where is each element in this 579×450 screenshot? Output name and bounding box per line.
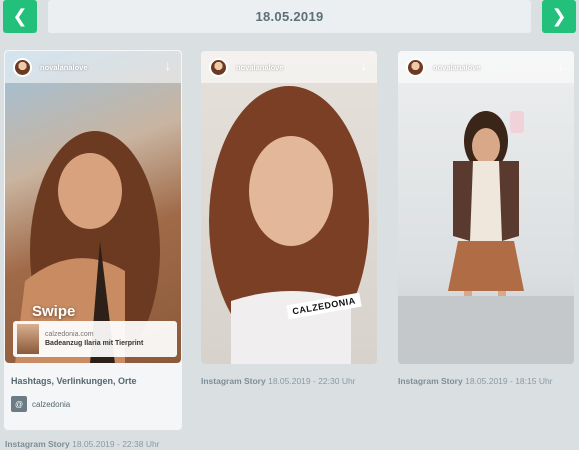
story-header: novalanalove bbox=[201, 51, 377, 83]
avatar bbox=[406, 57, 425, 77]
person-photo bbox=[398, 111, 574, 364]
avatar bbox=[209, 57, 228, 77]
story-type: Instagram Story bbox=[201, 376, 266, 386]
story-type: Instagram Story bbox=[398, 376, 463, 386]
link-title: Badeanzug Ilaria mit Tierprint bbox=[45, 340, 144, 347]
previous-day-button[interactable]: ❮ bbox=[3, 0, 37, 33]
tag-chip[interactable]: @ calzedonia bbox=[11, 396, 70, 412]
username: novalanalove bbox=[236, 62, 284, 72]
story-timestamp: 18.05.2019 - 22:38 Uhr bbox=[72, 439, 160, 449]
link-thumbnail bbox=[17, 324, 39, 354]
link-preview[interactable]: calzedonia.com Badeanzug Ilaria mit Tier… bbox=[13, 321, 177, 357]
chevron-right-icon: ❯ bbox=[551, 6, 567, 26]
story-header: novalanalove bbox=[5, 51, 181, 83]
story-timestamp: 18.05.2019 - 22:30 Uhr bbox=[268, 376, 356, 386]
download-icon[interactable]: ↓ bbox=[361, 59, 368, 72]
next-day-button[interactable]: ❯ bbox=[542, 0, 576, 33]
story-type: Instagram Story bbox=[5, 439, 70, 449]
link-domain: calzedonia.com bbox=[45, 331, 94, 338]
date-label: 18.05.2019 bbox=[255, 9, 324, 24]
avatar bbox=[13, 57, 32, 77]
chevron-left-icon: ❮ bbox=[12, 6, 28, 26]
story-timestamp: 18.05.2019 - 18:15 Uhr bbox=[465, 376, 553, 386]
download-icon[interactable]: ↓ bbox=[558, 59, 565, 72]
username: novalanalove bbox=[40, 62, 88, 72]
date-header: 18.05.2019 bbox=[48, 0, 531, 33]
username: novalanalove bbox=[433, 62, 481, 72]
story-meta: Instagram Story 18.05.2019 - 22:30 Uhr bbox=[201, 376, 356, 386]
section-title: Hashtags, Verlinkungen, Orte bbox=[11, 376, 137, 386]
story-image[interactable]: novalanalove ↓ CALZEDONIA bbox=[201, 51, 377, 364]
story-image[interactable]: novalanalove ↓ bbox=[398, 51, 574, 364]
tag-label: calzedonia bbox=[32, 399, 71, 409]
swipe-label: Swipe bbox=[32, 303, 76, 320]
download-icon[interactable]: ↓ bbox=[165, 59, 172, 72]
story-header: novalanalove bbox=[398, 51, 574, 83]
at-icon: @ bbox=[11, 396, 27, 412]
story-meta: Instagram Story 18.05.2019 - 18:15 Uhr bbox=[398, 376, 553, 386]
story-meta: Instagram Story 18.05.2019 - 22:38 Uhr bbox=[5, 439, 160, 449]
story-image[interactable]: novalanalove ↓ Swipe calzedonia.com Bade… bbox=[5, 51, 181, 363]
